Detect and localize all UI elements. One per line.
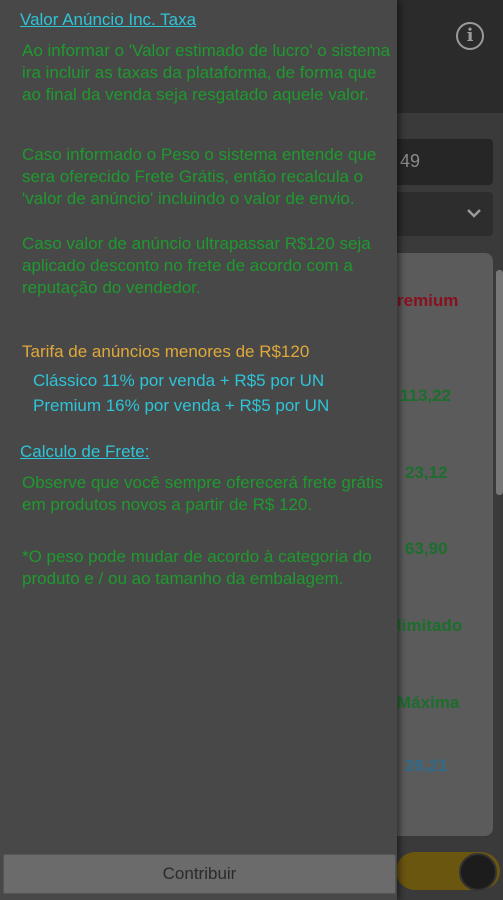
paragraph-peso-categoria: *O peso pode mudar de acordo à categoria… [22,547,372,588]
fee-value: 23,12 [405,463,448,482]
scrollbar[interactable] [496,270,503,495]
toggle-knob[interactable] [459,853,497,891]
paragraph-peso: Caso informado o Peso o sistema entende … [22,145,377,208]
heading-valor-anuncio: Valor Anúncio Inc. Taxa [20,10,197,29]
max-label: Máxima [397,693,460,712]
profit-value: 63,90 [405,539,448,558]
chevron-down-icon [467,209,481,218]
help-drawer: Valor Anúncio Inc. Taxa Ao informar o 'V… [0,0,397,900]
paragraph-desconto-frete: Caso valor de anúncio ultrapassar R$120 … [22,234,371,297]
tarifa-title: Tarifa de anúncios menores de R$120 [22,342,310,361]
paragraph-valor-anuncio: Ao informar o 'Valor estimado de lucro' … [22,41,391,104]
premium-column-header: remium [397,291,459,310]
input-value: 49 [399,151,420,171]
tarifa-classico: Clássico 11% por venda + R$5 por UN [33,371,325,390]
paragraph-frete-gratis: Observe que você sempre oferecerá frete … [22,473,383,514]
limit-label: limitado [397,616,463,635]
premium-value: 113,22 [400,386,452,405]
heading-calculo-frete: Calculo de Frete: [20,442,150,461]
max-value: 26,21 [405,756,448,775]
contribuir-button[interactable]: Contribuir [3,854,396,894]
tarifa-premium: Premium 16% por venda + R$5 por UN [33,396,330,415]
info-icon[interactable]: i [456,22,484,50]
